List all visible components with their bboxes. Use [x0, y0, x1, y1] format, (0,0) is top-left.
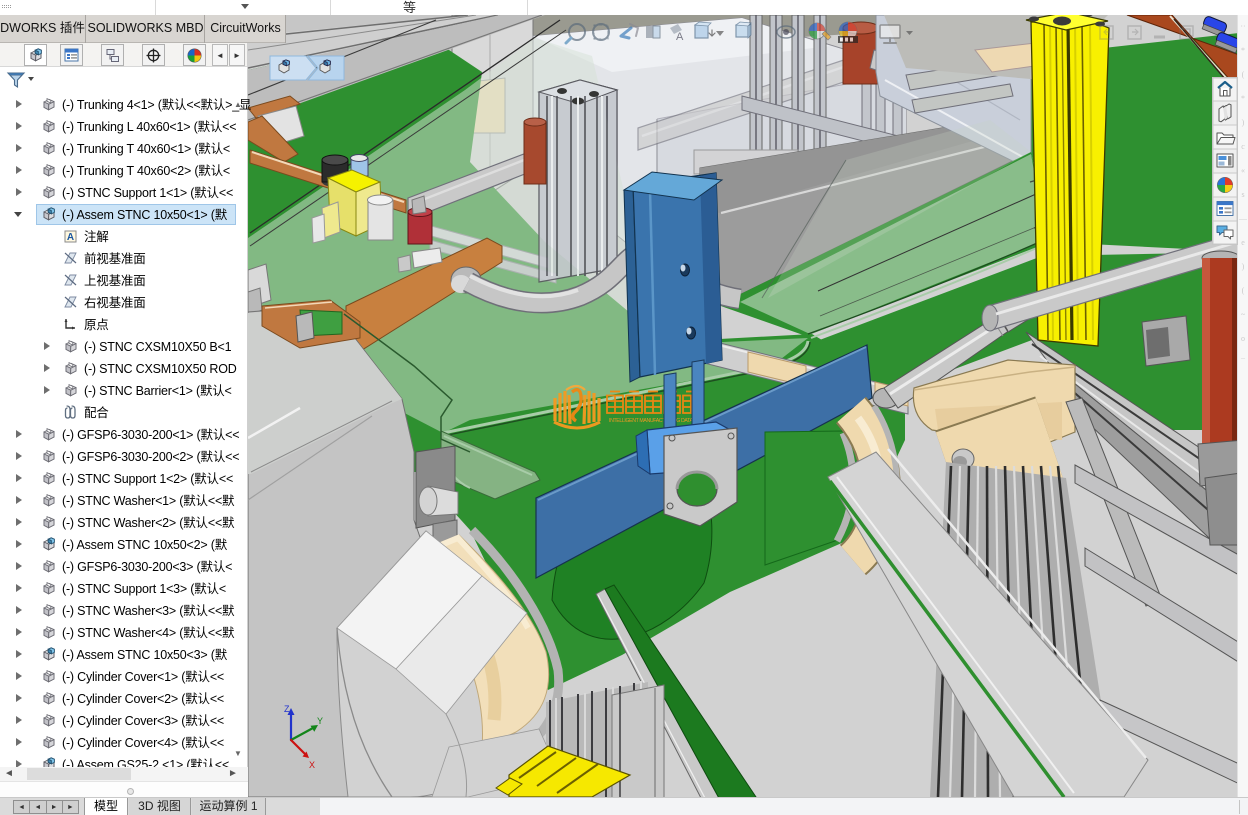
svg-text:A: A — [676, 31, 684, 43]
svg-text:Z: Z — [284, 704, 290, 714]
svg-text:X: X — [309, 760, 315, 770]
svg-text:Y: Y — [317, 716, 323, 726]
svg-text:INTELLIGENT MANUFACTURING DATA: INTELLIGENT MANUFACTURING DATA — [609, 418, 694, 424]
